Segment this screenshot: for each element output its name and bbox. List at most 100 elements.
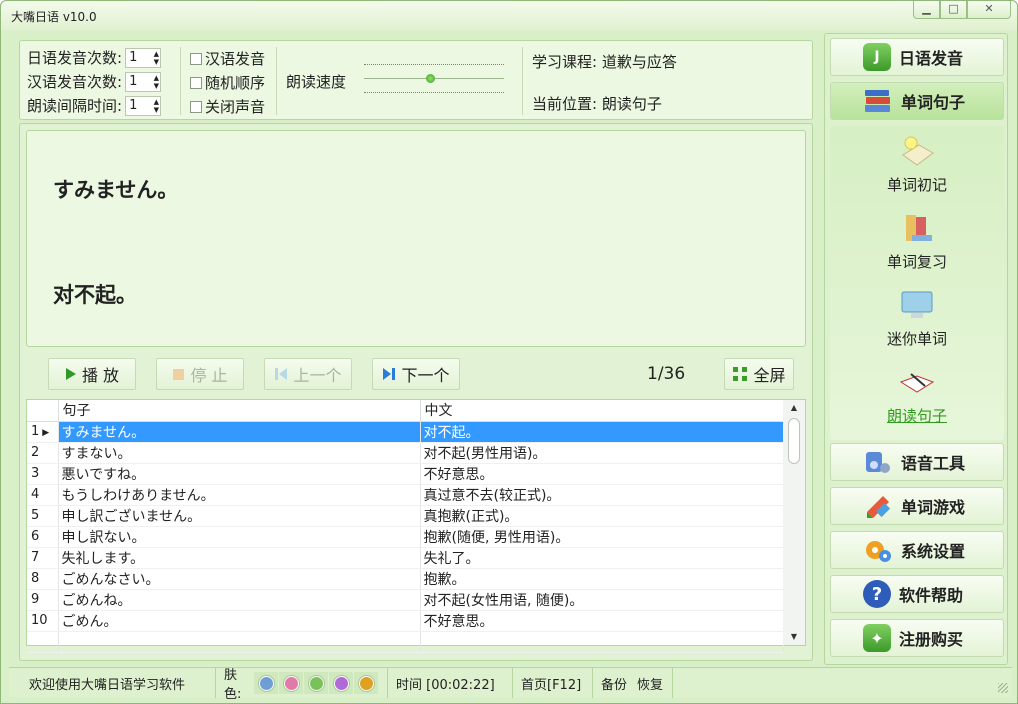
skin-swatch[interactable] [354,672,378,694]
nav-words-sentences[interactable]: 单词句子 [830,82,1004,120]
nav-voice-tools[interactable]: 语音工具 [830,443,1004,481]
jp-count-spinner[interactable]: 1 ▲ ▼ [125,47,162,68]
close-button[interactable]: ✕ [967,1,1011,19]
row-index: 7 [27,547,59,569]
skin-color-dot[interactable] [258,675,274,691]
play-label: 播 放 [81,366,120,385]
table-row[interactable]: 6 申し訳ない。 抱歉(随便, 男性用语)。 [27,526,784,548]
next-button[interactable]: 下一个 [372,358,460,390]
cell-sentence[interactable]: 失礼します。 [58,547,421,569]
prev-button[interactable]: 上一个 [264,358,352,390]
cell-sentence[interactable]: すみません。 [58,421,421,443]
skin-color-dot[interactable] [333,675,349,691]
checkbox-icon[interactable] [190,76,202,89]
stop-button[interactable]: 停 止 [156,358,244,390]
nav-jp-pron[interactable]: J 日语发音 [830,38,1004,76]
pencil-icon [867,496,891,518]
restore-link[interactable]: 恢复 [637,674,663,693]
slider-ticks [364,92,504,93]
nav-settings[interactable]: 系统设置 [830,531,1004,569]
cell-sentence[interactable]: ごめん。 [58,610,421,632]
table-row[interactable]: 2 すまない。 对不起(男性用语)。 [27,442,784,464]
skin-color-dot[interactable] [308,675,324,691]
cell-chinese[interactable]: 对不起(女性用语, 随便)。 [420,589,784,611]
scroll-thumb[interactable] [788,418,800,464]
sub-mini-words[interactable]: 迷你单词 [830,288,1004,349]
scroll-down-icon[interactable]: ▼ [783,629,805,645]
cell-sentence[interactable]: 申し訳ございません。 [58,505,421,527]
interval-row: 朗读间隔时间: 1 ▲ ▼ [27,95,162,116]
row-index: 5 [27,505,59,527]
header-sentence[interactable]: 句子 [58,400,421,422]
chk-cn-pron[interactable]: 汉语发音 [190,48,265,69]
home-link[interactable]: 首页[F12] [521,674,581,693]
spinner-arrows-icon[interactable]: ▲ ▼ [154,50,159,66]
cell-chinese[interactable]: 不好意思。 [420,610,784,632]
skin-swatch[interactable] [279,672,303,694]
minimize-button[interactable]: ▁ [913,1,940,19]
speed-slider[interactable] [364,57,504,97]
checkbox-icon[interactable] [190,100,202,113]
divider [522,47,523,115]
nav-jp-pron-label: 日语发音 [899,49,964,68]
cell-chinese[interactable]: 真抱歉(正式)。 [420,505,784,527]
sub-read-sentences[interactable]: 朗读句子 [830,365,1004,426]
cell-sentence[interactable]: ごめんなさい。 [58,568,421,590]
cell-sentence[interactable]: すまない。 [58,442,421,464]
nav-word-games[interactable]: 单词游戏 [830,487,1004,525]
prev-label: 上一个 [293,366,342,385]
skin-swatch[interactable] [304,672,328,694]
skin-color-dot[interactable] [358,675,374,691]
sub-first-learn[interactable]: 单词初记 [830,134,1004,195]
slider-thumb[interactable] [426,74,435,83]
table-row[interactable]: 3 悪いですね。 不好意思。 [27,463,784,485]
backup-link[interactable]: 备份 [601,674,627,693]
home-segment[interactable]: 首页[F12] [513,668,593,698]
cell-chinese[interactable]: 对不起(男性用语)。 [420,442,784,464]
table-row[interactable]: 10 ごめん。 不好意思。 [27,610,784,632]
table-row[interactable]: 7 失礼します。 失礼了。 [27,547,784,569]
table-row[interactable]: 8 ごめんなさい。 抱歉。 [27,568,784,590]
cell-chinese[interactable]: 抱歉。 [420,568,784,590]
cell-chinese[interactable]: 抱歉(随便, 男性用语)。 [420,526,784,548]
cell-sentence[interactable]: 悪いですね。 [58,463,421,485]
cell-sentence[interactable]: ごめんね。 [58,589,421,611]
nav-help[interactable]: ? 软件帮助 [830,575,1004,613]
scroll-up-icon[interactable]: ▲ [783,400,805,416]
cell-sentence[interactable]: 申し訳ない。 [58,526,421,548]
chk-random-order[interactable]: 随机顺序 [190,72,265,93]
resize-grip[interactable] [998,683,1008,693]
fullscreen-button[interactable]: 全屏 [724,358,794,390]
table-row[interactable]: 1 ▶ すみません。 对不起。 [27,421,784,443]
row-number: 8 [31,571,40,586]
skin-swatch[interactable] [329,672,353,694]
table-scrollbar[interactable]: ▲ ▼ [783,400,805,645]
play-button[interactable]: 播 放 [48,358,136,390]
table-row[interactable]: 4 もうしわけありません。 真过意不去(较正式)。 [27,484,784,506]
checkbox-icon[interactable] [190,52,202,65]
japanese-sentence: すみません。 [53,178,179,202]
cell-chinese[interactable]: 真过意不去(较正式)。 [420,484,784,506]
row-number: 10 [31,613,48,628]
chk-mute[interactable]: 关闭声音 [190,96,265,117]
maximize-button[interactable]: □ [940,1,967,19]
interval-spinner[interactable]: 1 ▲ ▼ [125,95,162,116]
skin-color-dot[interactable] [283,675,299,691]
spinner-arrows-icon[interactable]: ▲ ▼ [154,74,159,90]
nav-register[interactable]: ✦ 注册购买 [830,619,1004,657]
row-index: 1 ▶ [27,421,59,443]
stacked-books-icon [899,211,935,245]
sub-review[interactable]: 单词复习 [830,211,1004,272]
cell-chinese[interactable]: 不好意思。 [420,463,784,485]
cell-chinese[interactable]: 对不起。 [420,421,784,443]
skin-swatch[interactable] [254,672,278,694]
cn-count-spinner[interactable]: 1 ▲ ▼ [125,71,162,92]
header-chinese[interactable]: 中文 [420,400,784,422]
table-row[interactable]: 5 申し訳ございません。 真抱歉(正式)。 [27,505,784,527]
table-row[interactable]: 9 ごめんね。 对不起(女性用语, 随便)。 [27,589,784,611]
nav-word-games-label: 单词游戏 [901,498,966,517]
settings-panel: 日语发音次数: 1 ▲ ▼ 汉语发音次数: 1 ▲ ▼ 朗读间隔时间: 1 ▲ ▼ 汉… [19,40,813,120]
cell-chinese[interactable]: 失礼了。 [420,547,784,569]
spinner-arrows-icon[interactable]: ▲ ▼ [154,98,159,114]
cell-sentence[interactable]: もうしわけありません。 [58,484,421,506]
